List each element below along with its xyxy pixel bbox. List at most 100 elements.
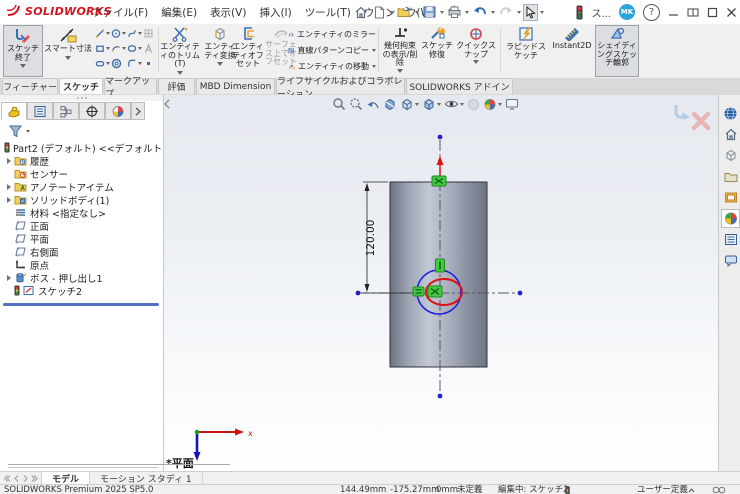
view-orientation-button[interactable] — [400, 98, 419, 111]
dimension-text[interactable]: 120.00 — [365, 220, 377, 257]
mirror-entities-button[interactable]: エンティティのミラー — [288, 27, 376, 41]
tab-displaymanager[interactable] — [105, 102, 131, 120]
quick-snaps-caret[interactable] — [473, 60, 479, 64]
rebuild-traffic-light-icon[interactable] — [576, 5, 583, 20]
graphics-area[interactable]: 120.00 — [164, 95, 718, 471]
spline-caret[interactable] — [138, 32, 142, 35]
tab-configurationmanager[interactable] — [53, 102, 79, 120]
ellipse-caret[interactable] — [138, 47, 142, 50]
hide-show-items-button[interactable] — [444, 98, 464, 110]
tab-featuremanager[interactable] — [1, 102, 27, 120]
nav-first-button[interactable] — [3, 474, 11, 483]
design-library-button[interactable] — [721, 146, 740, 165]
tree-item-sensors[interactable]: センサー — [0, 167, 163, 180]
arc-caret[interactable] — [122, 47, 126, 50]
polygon-tool[interactable] — [111, 58, 126, 69]
tree-item-front-plane[interactable]: 正面 — [0, 219, 163, 232]
new-dropdown-caret[interactable] — [389, 11, 393, 14]
tree-item-sketch2[interactable]: スケッチ2 — [0, 284, 163, 297]
panel-grip[interactable] — [0, 95, 163, 101]
tree-root-part[interactable]: Part2 (デフォルト) <<デフォルト>_表示状態 1 — [0, 141, 163, 154]
constraint-vertical[interactable] — [436, 259, 445, 272]
tree-item-material[interactable]: 材料 <指定なし> — [0, 206, 163, 219]
open-dropdown-caret[interactable] — [415, 11, 419, 14]
select-tool-button[interactable] — [523, 4, 538, 21]
home-button[interactable] — [352, 4, 370, 21]
expand-arrow-icon[interactable] — [7, 184, 11, 190]
rectangle-tool[interactable] — [95, 43, 110, 54]
redo-button[interactable] — [497, 4, 515, 20]
new-document-button[interactable] — [372, 4, 387, 21]
tree-item-top-plane[interactable]: 平面 — [0, 232, 163, 245]
tab-lifecycle-collaboration[interactable]: ライフサイクルおよびコラボレーション — [276, 78, 405, 94]
rapid-sketch-button[interactable]: ラピッドスケッチ — [503, 26, 549, 75]
filter-caret[interactable] — [26, 130, 30, 133]
tree-item-annotations[interactable]: アノテートアイテム — [0, 180, 163, 193]
slot-caret[interactable] — [106, 62, 110, 65]
close-button[interactable] — [726, 7, 737, 18]
quick-snaps-button[interactable]: クイックスナップ — [454, 26, 498, 75]
section-view-button[interactable] — [383, 98, 397, 111]
exit-sketch-button[interactable]: スケッチ終了 — [3, 25, 43, 77]
constraint-coincident-center[interactable] — [428, 286, 442, 297]
display-delete-relations-button[interactable]: 幾何拘束の表示/削除 — [381, 26, 419, 75]
zoom-to-fit-button[interactable] — [332, 97, 346, 111]
nav-next-button[interactable] — [21, 474, 29, 483]
save-dropdown-caret[interactable] — [440, 11, 444, 14]
solidworks-resources-button[interactable] — [721, 104, 740, 123]
shaded-sketch-contours-button[interactable]: シェイディングスケッチ輪郭 — [595, 25, 639, 77]
tree-item-solid-bodies[interactable]: ソリッドボディ(1) — [0, 193, 163, 206]
tree-filter-bar[interactable] — [0, 122, 163, 140]
tab-markup[interactable]: マークアップ — [104, 78, 157, 94]
file-explorer-button[interactable] — [721, 167, 740, 186]
smart-dimension-caret[interactable] — [65, 56, 71, 60]
line-caret[interactable] — [106, 32, 110, 35]
edit-appearance-button[interactable] — [467, 98, 480, 111]
open-button[interactable] — [395, 4, 413, 20]
instant2d-button[interactable]: Instant2D — [551, 26, 593, 75]
confirmation-cancel-button[interactable] — [690, 110, 712, 132]
display-style-caret[interactable] — [437, 103, 441, 106]
tab-solidworks-addins[interactable]: SOLIDWORKS アドイン — [406, 78, 513, 94]
circle-tool[interactable] — [111, 28, 126, 39]
forum-button[interactable] — [721, 251, 740, 270]
ellipse-tool[interactable] — [127, 43, 142, 54]
centerline-endpoint[interactable] — [438, 394, 443, 399]
tree-item-right-plane[interactable]: 右側面 — [0, 245, 163, 258]
rollback-bar[interactable] — [3, 303, 159, 306]
tab-evaluate[interactable]: 評価 — [158, 78, 195, 94]
appearances-scenes-button[interactable] — [721, 209, 740, 228]
select-dropdown-caret[interactable] — [540, 11, 544, 14]
centerline-endpoint[interactable] — [518, 291, 523, 296]
nav-prev-button[interactable] — [12, 474, 20, 483]
span-displays-button[interactable] — [687, 7, 699, 18]
print-dropdown-caret[interactable] — [465, 11, 469, 14]
minimize-button[interactable] — [668, 7, 679, 18]
undo-button[interactable] — [471, 4, 489, 20]
sketch-text-tool[interactable] — [143, 43, 158, 54]
panel-splitter[interactable] — [163, 99, 171, 109]
search-box[interactable]: ス... — [591, 5, 611, 20]
expand-arrow-icon[interactable] — [7, 158, 11, 164]
line-tool[interactable] — [95, 28, 110, 39]
home-tab-button[interactable] — [721, 125, 740, 144]
spline-tool[interactable] — [127, 28, 142, 39]
tab-mbd-dimension[interactable]: MBD Dimension — [196, 78, 275, 94]
save-button[interactable] — [421, 4, 438, 20]
exit-sketch-caret[interactable] — [20, 64, 26, 68]
centerline-endpoint[interactable] — [438, 135, 443, 140]
tree-item-origin[interactable]: 原点 — [0, 258, 163, 271]
linear-pattern-caret[interactable] — [372, 49, 376, 52]
constraint-equal[interactable] — [413, 287, 424, 296]
hide-show-caret[interactable] — [460, 103, 464, 106]
expand-arrow-icon[interactable] — [7, 197, 11, 203]
smart-dimension-button[interactable]: スマート寸法 — [44, 26, 92, 75]
apply-scene-caret[interactable] — [498, 103, 502, 106]
point-tool[interactable] — [143, 58, 158, 69]
arc-tool[interactable] — [111, 43, 126, 54]
tab-propertymanager[interactable] — [27, 102, 53, 120]
tab-features[interactable]: フィーチャー — [2, 78, 58, 94]
nav-last-button[interactable] — [30, 474, 38, 483]
circle-caret[interactable] — [122, 32, 126, 35]
sketch-picture-tool[interactable] — [143, 28, 158, 39]
